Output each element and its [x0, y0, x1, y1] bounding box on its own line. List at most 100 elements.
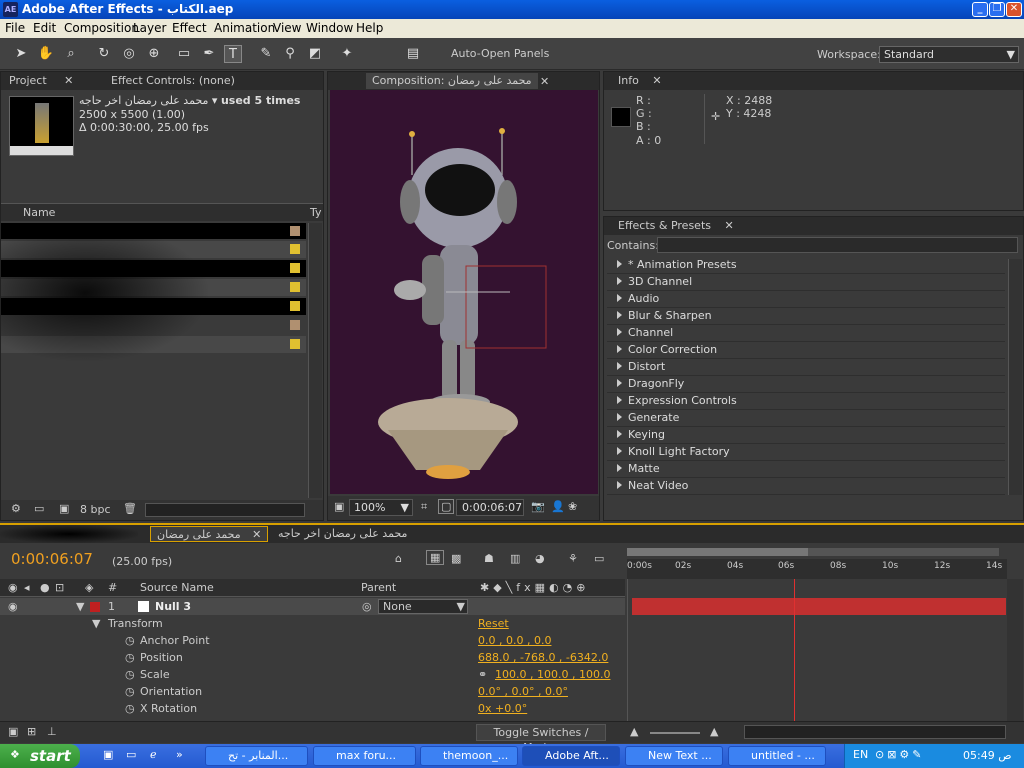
comp-mini-flowchart-icon[interactable]: ⌂: [395, 552, 402, 565]
zoom-select[interactable]: 100% ▼: [349, 499, 413, 516]
menu-edit[interactable]: Edit: [33, 21, 56, 35]
tab-timeline-comp[interactable]: محمد على رمضان ✕: [150, 526, 269, 542]
lock-icon[interactable]: ⊡: [55, 581, 64, 594]
minimize-button[interactable]: _: [972, 2, 988, 17]
comp-time[interactable]: 0:00:06:07: [456, 499, 524, 516]
bpc-label[interactable]: 8 bpc: [80, 503, 111, 516]
rotate-tool-icon[interactable]: ↻: [95, 45, 113, 63]
magnification-icon[interactable]: ▣: [334, 500, 344, 513]
work-area-bar[interactable]: [627, 548, 999, 556]
orbit-camera-icon[interactable]: ◎: [120, 45, 138, 63]
property-value[interactable]: 0x +0.0°: [478, 700, 527, 717]
text-tool-icon[interactable]: T: [224, 45, 242, 63]
tab-composition[interactable]: Composition: محمد على رمضان: [366, 73, 538, 89]
zoom-slider[interactable]: [650, 732, 700, 734]
menu-composition[interactable]: Composition: [64, 21, 139, 35]
menu-effect[interactable]: Effect: [172, 21, 207, 35]
property-row[interactable]: ◷ Anchor Point 0.0 , 0.0 , 0.0: [0, 632, 625, 649]
snapshot-icon[interactable]: 📷: [531, 500, 545, 513]
effect-category[interactable]: DragonFly: [607, 376, 1005, 393]
tab-info[interactable]: Info ✕: [618, 73, 662, 89]
tab-effects-presets[interactable]: Effects & Presets ✕: [618, 218, 734, 234]
taskbar-button[interactable]: المنابر - تح...: [205, 746, 308, 766]
property-value[interactable]: 0.0° , 0.0° , 0.0°: [478, 683, 568, 700]
zoom-tool-icon[interactable]: ⌕: [62, 45, 80, 63]
maximize-button[interactable]: ❐: [989, 2, 1005, 17]
timeline-hscroll[interactable]: [744, 725, 1006, 739]
layer-duration-bar[interactable]: [632, 598, 1006, 615]
link-icon[interactable]: ⚭: [478, 666, 487, 683]
effects-scrollbar[interactable]: [1008, 259, 1022, 495]
draft-3d-icon[interactable]: ▩: [451, 552, 461, 565]
zoom-in-icon[interactable]: ▲: [710, 725, 718, 738]
current-time-indicator[interactable]: [794, 579, 795, 721]
stopwatch-icon[interactable]: ◷: [125, 632, 135, 649]
effect-category[interactable]: Matte: [607, 461, 1005, 478]
reset-link[interactable]: Reset: [478, 615, 509, 632]
tray-icons[interactable]: ⊙⊠⚙✎: [875, 748, 925, 761]
interpret-footage-icon[interactable]: ⚙: [11, 502, 21, 515]
taskbar-button[interactable]: themoon_...: [420, 746, 518, 766]
column-number[interactable]: #: [108, 581, 117, 594]
menu-help[interactable]: Help: [356, 21, 383, 35]
hide-shy-icon[interactable]: ☗: [484, 552, 494, 565]
current-time[interactable]: 0:00:06:07: [11, 550, 93, 568]
trash-icon[interactable]: 🗑: [123, 502, 137, 515]
stopwatch-icon[interactable]: ◷: [125, 649, 135, 666]
property-value[interactable]: 688.0 , -768.0 , -6342.0: [478, 649, 608, 666]
more-icon[interactable]: »: [176, 748, 183, 761]
rectangle-tool-icon[interactable]: ▭: [175, 45, 193, 63]
close-icon[interactable]: ✕: [540, 75, 549, 88]
brush-tool-icon[interactable]: ✎: [257, 45, 275, 63]
frame-blending-icon[interactable]: ▥: [510, 552, 520, 565]
column-type[interactable]: Ty: [310, 206, 322, 219]
stopwatch-icon[interactable]: ◷: [125, 683, 135, 700]
label-icon[interactable]: ◈: [85, 581, 93, 594]
stopwatch-icon[interactable]: ◷: [125, 700, 135, 717]
motion-blur-icon[interactable]: ◕: [535, 552, 545, 565]
layer-row[interactable]: ◉ ▼ 1 Null 3 ◎ None ▼: [0, 598, 625, 615]
pick-whip-icon[interactable]: ◎: [362, 598, 372, 615]
column-name[interactable]: Name: [23, 206, 55, 219]
effect-category[interactable]: Generate: [607, 410, 1005, 427]
taskbar-button-active[interactable]: Adobe Aft...: [522, 746, 620, 766]
column-source-name[interactable]: Source Name: [140, 581, 214, 594]
quick-launch-icon[interactable]: ▭: [126, 748, 136, 761]
menu-view[interactable]: View: [273, 21, 301, 35]
label-swatch[interactable]: [90, 602, 100, 612]
taskbar-button[interactable]: max foru...: [313, 746, 416, 766]
effect-category[interactable]: Neat Video: [607, 478, 1005, 495]
property-row[interactable]: ◷ Position 688.0 , -768.0 , -6342.0: [0, 649, 625, 666]
stopwatch-icon[interactable]: ◷: [125, 666, 135, 683]
eye-icon[interactable]: ◉: [8, 598, 18, 615]
property-row[interactable]: ◷ Scale ⚭ 100.0 , 100.0 , 100.0: [0, 666, 625, 683]
channel-icon[interactable]: ❀: [568, 500, 577, 513]
toggle-switches-modes-button[interactable]: Toggle Switches / Modes: [476, 724, 606, 754]
parent-select[interactable]: None ▼: [378, 599, 468, 614]
menu-window[interactable]: Window: [306, 21, 353, 35]
region-icon[interactable]: ⌗: [421, 500, 427, 514]
effect-category[interactable]: 3D Channel: [607, 274, 1005, 291]
hand-tool-icon[interactable]: ✋: [37, 45, 55, 63]
pen-tool-icon[interactable]: ✒: [200, 45, 218, 63]
clone-stamp-icon[interactable]: ⚲: [281, 45, 299, 63]
transform-group[interactable]: ▼ Transform Reset: [0, 615, 625, 632]
eye-icon[interactable]: ◉: [8, 581, 18, 594]
panel-icon[interactable]: ▤: [404, 45, 422, 63]
tab-timeline-comp-2[interactable]: محمد على رمضان اخر حاجه: [278, 526, 407, 542]
close-button[interactable]: ✕: [1006, 2, 1022, 17]
property-value[interactable]: 0.0 , 0.0 , 0.0: [478, 632, 551, 649]
solo-icon[interactable]: ●: [40, 581, 50, 594]
effect-category[interactable]: * Animation Presets: [607, 257, 1005, 274]
effect-category[interactable]: Distort: [607, 359, 1005, 376]
tab-effect-controls[interactable]: Effect Controls: (none): [111, 73, 235, 89]
timeline-scrollbar[interactable]: [1007, 579, 1023, 721]
effect-category[interactable]: Keying: [607, 427, 1005, 444]
ie-icon[interactable]: ℯ: [150, 748, 157, 761]
menu-file[interactable]: File: [5, 21, 25, 35]
timeline-graph-area[interactable]: [627, 579, 1007, 721]
show-snapshot-icon[interactable]: 👤: [551, 500, 565, 513]
tab-project[interactable]: Project ✕: [9, 73, 73, 89]
eraser-tool-icon[interactable]: ◩: [306, 45, 324, 63]
transfer-icon[interactable]: ⊥: [47, 725, 57, 738]
